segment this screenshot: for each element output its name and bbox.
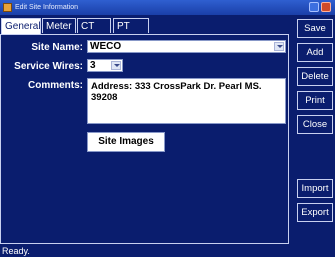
chevron-down-icon	[114, 64, 120, 67]
site-name-value: WECO	[90, 41, 122, 52]
service-wires-value: 3	[90, 60, 96, 71]
title-bar: Edit Site Information	[0, 0, 335, 15]
print-button[interactable]: Print	[297, 91, 333, 110]
service-wires-dropdown-button[interactable]	[111, 61, 121, 70]
window-client: General Meter CT PT Site Name: WECO Serv…	[0, 15, 335, 257]
add-button[interactable]: Add	[297, 43, 333, 62]
site-name-combobox[interactable]: WECO	[87, 40, 286, 53]
window-title: Edit Site Information	[15, 4, 79, 11]
general-panel: Site Name: WECO Service Wires: 3 Comment…	[0, 34, 289, 244]
comments-label: Comments:	[27, 80, 83, 91]
tab-ct[interactable]: CT	[77, 18, 111, 33]
close-icon[interactable]	[321, 2, 331, 12]
save-button[interactable]: Save	[297, 19, 333, 38]
tab-meter[interactable]: Meter	[42, 18, 76, 33]
status-text: Ready.	[2, 246, 30, 256]
service-wires-select[interactable]: 3	[87, 59, 123, 72]
minimize-icon[interactable]	[309, 2, 319, 12]
chevron-down-icon	[277, 45, 283, 48]
comments-textarea[interactable]: Address: 333 CrossPark Dr. Pearl MS. 392…	[87, 78, 286, 124]
delete-button[interactable]: Delete	[297, 67, 333, 86]
tab-general[interactable]: General	[1, 18, 41, 34]
site-name-label: Site Name:	[31, 42, 83, 53]
close-button[interactable]: Close	[297, 115, 333, 134]
site-images-button[interactable]: Site Images	[87, 132, 165, 152]
app-icon	[3, 3, 12, 12]
import-button[interactable]: Import	[297, 179, 333, 198]
tab-pt[interactable]: PT	[113, 18, 149, 33]
service-wires-label: Service Wires:	[14, 61, 83, 72]
export-button[interactable]: Export	[297, 203, 333, 222]
site-name-dropdown-button[interactable]	[274, 42, 284, 51]
